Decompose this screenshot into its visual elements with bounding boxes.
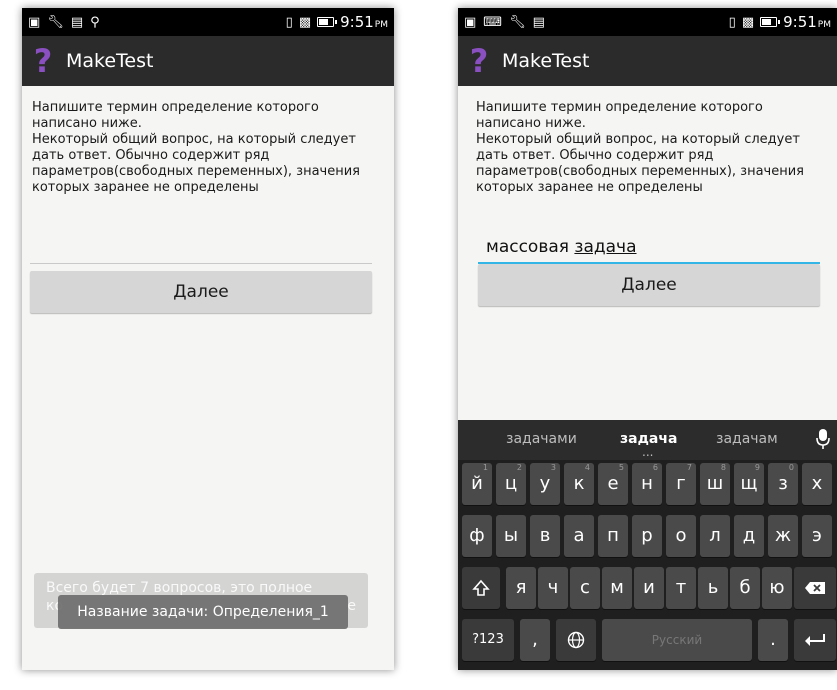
letter-key[interactable]: ю [762,567,792,609]
battery-icon [317,17,338,27]
letter-key[interactable]: п [598,515,628,557]
vibrate-icon: ▯ [285,14,293,30]
enter-icon [805,634,825,646]
letter-key[interactable]: х [802,463,832,505]
globe-icon [567,631,585,649]
keyboard-row-1: й1ц2у3к4е5н6г7ш8щ9з0х [458,463,837,506]
letter-key[interactable]: ч [538,567,568,609]
symbols-key[interactable]: ?123 [462,619,514,661]
space-key[interactable]: Русский [602,619,752,661]
shift-key[interactable] [462,567,500,609]
letter-key[interactable]: л [700,515,730,557]
letter-key[interactable]: м [602,567,632,609]
signal-icon: ▩ [741,14,755,30]
image-icon: ▤ [532,14,545,30]
signal-icon: ▩ [298,14,312,30]
wrench-icon: 🔧︎ [509,14,526,30]
clock: 9:51PM [783,13,831,31]
notification-icon: ▣ [28,14,41,30]
microphone-icon[interactable] [815,428,831,450]
period-key[interactable]: . [758,619,788,661]
letter-key[interactable]: о [666,515,696,557]
more-suggestions-indicator: ... [642,445,654,459]
comma-key[interactable]: , [520,619,550,661]
phone-screen-right: ▣ ⌨ 🔧︎ ▤ ▯ ▩ 9:51PM ? MakeTest Напишите … [458,8,837,670]
letter-key[interactable]: ш8 [700,463,730,505]
backspace-icon [805,582,825,594]
battery-icon [760,17,781,27]
keyboard-row-4: ?123 , Русский . [458,619,837,662]
letter-key[interactable]: ж [768,515,798,557]
keyboard-icon: ⌨ [483,14,503,30]
answer-input[interactable]: массовая задача [478,234,820,264]
question-text: Напишите термин определение которого нап… [32,100,360,195]
letter-key[interactable]: б [730,567,760,609]
letter-key[interactable]: д [734,515,764,557]
keyboard-row-2: фывапролджэ [458,515,837,558]
letter-key[interactable]: е5 [598,463,628,505]
letter-key[interactable]: и [634,567,664,609]
letter-key[interactable]: ц2 [496,463,526,505]
vibrate-icon: ▯ [728,14,736,30]
notification-icon: ▣ [464,14,477,30]
toast-message: Название задачи: Определения_1 [58,595,348,629]
language-key[interactable] [556,619,596,661]
action-bar: ? MakeTest [22,36,394,86]
letter-key[interactable]: я [506,567,536,609]
next-button[interactable]: Далее [478,264,820,306]
phone-screen-left: ▣ 🔧︎ ▤ ⚲ ▯ ▩ 9:51PM ? MakeTest Напишите … [22,8,394,670]
app-title: MakeTest [502,50,590,72]
answer-input[interactable] [30,236,372,264]
shift-icon [472,579,490,596]
enter-key[interactable] [794,619,836,661]
letter-key[interactable]: г7 [666,463,696,505]
letter-key[interactable]: ы [496,515,526,557]
letter-key[interactable]: щ9 [734,463,764,505]
suggestion-strip: задачами задача ... задачам [458,420,837,460]
keyboard-row-3: ячсмитьбю [458,567,837,610]
question-text: Напишите термин определение которого нап… [476,100,804,195]
app-logo-icon: ? [469,42,489,80]
clock: 9:51PM [340,13,388,31]
wrench-icon: 🔧︎ [47,14,64,30]
soft-keyboard: задачами задача ... задачам й1ц2у3к4е5н6… [458,420,837,670]
app-title: MakeTest [66,50,154,72]
letter-key[interactable]: к4 [564,463,594,505]
app-logo-icon: ? [33,42,53,80]
main-content: Напишите термин определение которого нап… [22,86,394,670]
search-icon: ⚲ [90,14,100,30]
letter-key[interactable]: а [564,515,594,557]
letter-key[interactable]: э [802,515,832,557]
suggestion-item[interactable]: задачами [506,431,577,447]
letter-key[interactable]: р [632,515,662,557]
letter-key[interactable]: с [570,567,600,609]
letter-key[interactable]: т [666,567,696,609]
letter-key[interactable]: й1 [462,463,492,505]
letter-key[interactable]: з0 [768,463,798,505]
action-bar: ? MakeTest [458,36,837,86]
image-icon: ▤ [70,14,84,30]
letter-key[interactable]: ф [462,515,492,557]
letter-key[interactable]: ь [698,567,728,609]
backspace-key[interactable] [794,567,836,609]
letter-key[interactable]: в [530,515,560,557]
next-button[interactable]: Далее [30,271,372,313]
letter-key[interactable]: н6 [632,463,662,505]
status-bar: ▣ 🔧︎ ▤ ⚲ ▯ ▩ 9:51PM [22,8,394,36]
letter-key[interactable]: у3 [530,463,560,505]
suggestion-item[interactable]: задачам [716,431,778,447]
status-bar: ▣ ⌨ 🔧︎ ▤ ▯ ▩ 9:51PM [458,8,837,36]
